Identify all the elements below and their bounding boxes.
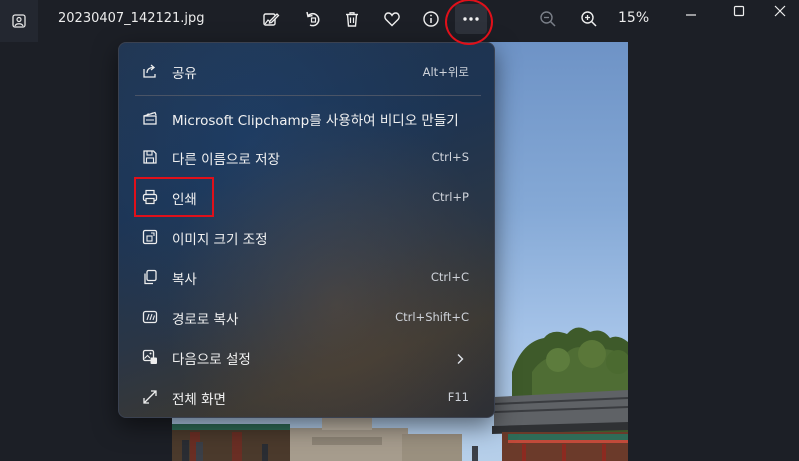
highlight-more-options bbox=[445, 0, 493, 45]
rotate-button[interactable] bbox=[298, 6, 328, 32]
zoom-in-icon bbox=[580, 10, 598, 28]
chevron-right-icon bbox=[455, 350, 465, 369]
resize-icon bbox=[142, 229, 158, 245]
menu-item-shortcut: Ctrl+P bbox=[431, 190, 469, 204]
minimize-button[interactable] bbox=[668, 0, 714, 22]
info-icon bbox=[422, 10, 440, 28]
menu-item-set-as[interactable]: 다음으로 설정 bbox=[123, 339, 492, 375]
more-options-menu: 공유 Alt+위로 Microsoft Clipchamp를 사용하여 비디오 … bbox=[118, 42, 495, 418]
menu-item-shortcut: Ctrl+Shift+C bbox=[395, 310, 469, 324]
clipchamp-icon bbox=[142, 110, 158, 126]
menu-item-clipchamp[interactable]: Microsoft Clipchamp를 사용하여 비디오 만들기 bbox=[123, 100, 492, 136]
menu-item-label: 복사 bbox=[172, 272, 197, 288]
menu-item-label: Microsoft Clipchamp를 사용하여 비디오 만들기 bbox=[172, 113, 459, 129]
zoom-in-button[interactable] bbox=[574, 6, 604, 32]
menu-item-shortcut: Ctrl+C bbox=[430, 270, 469, 284]
title-bar: 20230407_142121.jpg 15% bbox=[0, 0, 799, 42]
menu-item-fullscreen[interactable]: 전체 화면 F11 bbox=[123, 379, 492, 415]
favorite-button[interactable] bbox=[377, 6, 407, 32]
menu-item-resize-image[interactable]: 이미지 크기 조정 bbox=[123, 219, 492, 255]
save-icon bbox=[142, 149, 158, 165]
maximize-icon bbox=[733, 2, 745, 21]
share-icon bbox=[142, 63, 158, 79]
menu-item-label: 공유 bbox=[172, 66, 197, 82]
menu-divider bbox=[135, 95, 481, 96]
close-button[interactable] bbox=[760, 0, 799, 22]
menu-item-shortcut: Alt+위로 bbox=[422, 65, 469, 79]
menu-item-shortcut: F11 bbox=[447, 390, 469, 404]
favorite-icon bbox=[383, 10, 401, 28]
menu-item-copy[interactable]: 복사 Ctrl+C bbox=[123, 259, 492, 295]
copy-path-icon bbox=[142, 309, 158, 325]
menu-item-label: 전체 화면 bbox=[172, 392, 226, 408]
menu-item-copy-path[interactable]: 경로로 복사 Ctrl+Shift+C bbox=[123, 299, 492, 335]
minimize-icon bbox=[685, 2, 697, 21]
info-button[interactable] bbox=[416, 6, 446, 32]
rotate-icon bbox=[304, 10, 322, 28]
edit-image-icon bbox=[262, 10, 280, 28]
menu-item-label: 경로로 복사 bbox=[172, 312, 239, 328]
file-name: 20230407_142121.jpg bbox=[58, 11, 205, 26]
copy-icon bbox=[142, 269, 158, 285]
menu-item-label: 다른 이름으로 저장 bbox=[172, 152, 280, 168]
fullscreen-icon bbox=[142, 389, 158, 405]
menu-item-shortcut: Ctrl+S bbox=[431, 150, 469, 164]
zoom-out-button[interactable] bbox=[533, 6, 563, 32]
close-icon bbox=[774, 2, 786, 21]
delete-icon bbox=[343, 10, 361, 28]
delete-button[interactable] bbox=[337, 6, 367, 32]
set-as-icon bbox=[142, 349, 158, 365]
menu-item-save-as[interactable]: 다른 이름으로 저장 Ctrl+S bbox=[123, 139, 492, 175]
menu-item-share[interactable]: 공유 Alt+위로 bbox=[123, 53, 492, 89]
menu-item-label: 다음으로 설정 bbox=[172, 352, 251, 368]
menu-item-label: 이미지 크기 조정 bbox=[172, 232, 268, 248]
maximize-button[interactable] bbox=[716, 0, 762, 22]
highlight-print bbox=[134, 177, 214, 217]
zoom-out-icon bbox=[539, 10, 557, 28]
edit-image-button[interactable] bbox=[256, 6, 286, 32]
zoom-level[interactable]: 15% bbox=[618, 10, 649, 26]
photos-app-icon bbox=[0, 0, 38, 42]
